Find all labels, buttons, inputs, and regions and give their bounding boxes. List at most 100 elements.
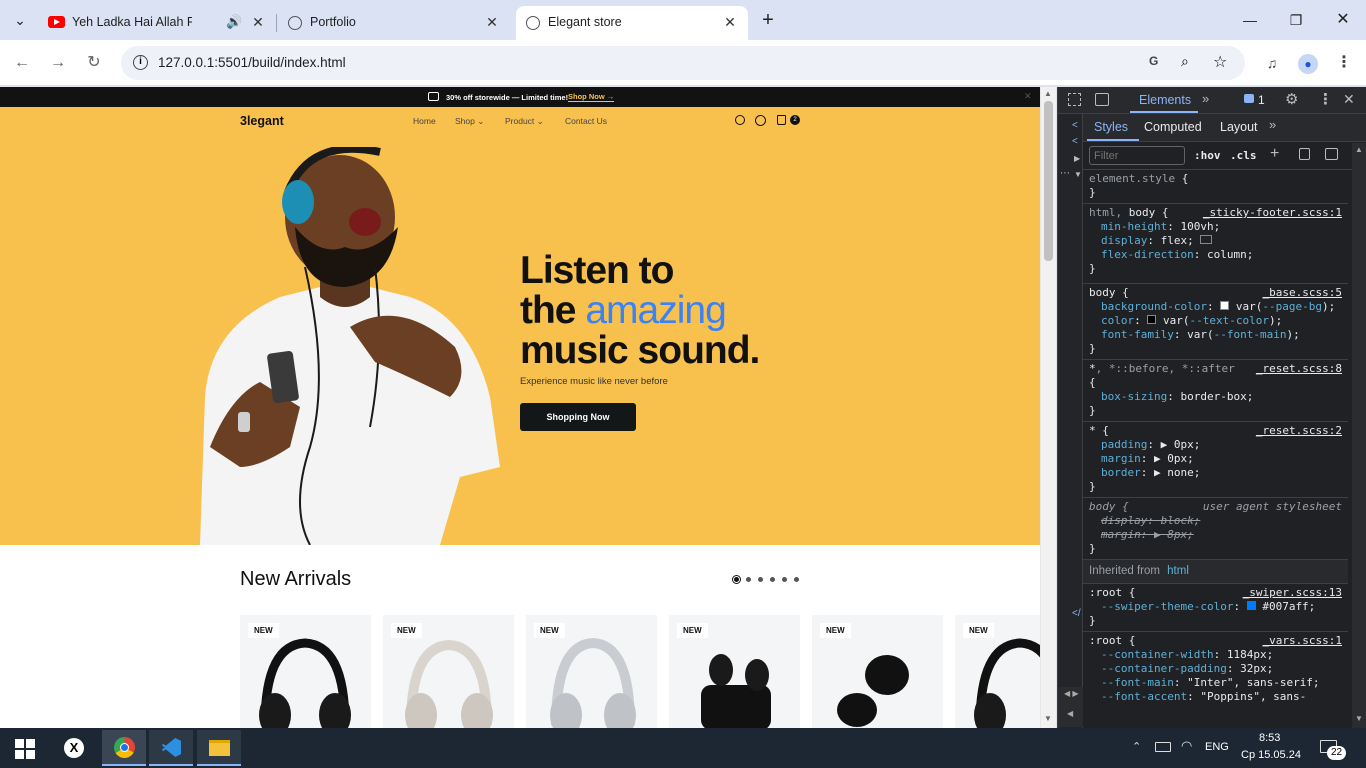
nav-contact[interactable]: Contact Us bbox=[565, 116, 607, 126]
cls-toggle[interactable]: .cls bbox=[1230, 149, 1257, 162]
color-swatch[interactable] bbox=[1147, 315, 1157, 324]
clock-time[interactable]: 8:53 bbox=[1259, 732, 1280, 744]
rule-source-link[interactable]: _reset.scss:2 bbox=[1256, 424, 1342, 438]
css-declaration[interactable]: display: flex; bbox=[1089, 234, 1342, 248]
tab-search-button[interactable]: ⌄ bbox=[8, 8, 32, 32]
scroll-down-icon[interactable]: ▼ bbox=[1355, 714, 1363, 723]
close-tab-icon[interactable]: ✕ bbox=[250, 14, 266, 30]
close-devtools-icon[interactable]: ✕ bbox=[1343, 91, 1355, 108]
tab-youtube[interactable]: Yeh Ladka Hai Allah Full Vid 🔊 ✕ bbox=[40, 6, 276, 40]
product-card[interactable]: NEW bbox=[669, 615, 800, 728]
subtab-computed[interactable]: Computed bbox=[1144, 120, 1202, 134]
reload-button[interactable]: ↻ bbox=[82, 51, 106, 75]
page-scrollbar-thumb[interactable] bbox=[1044, 101, 1053, 261]
device-toolbar-icon[interactable] bbox=[1095, 93, 1109, 106]
more-tabs-icon[interactable]: » bbox=[1202, 91, 1209, 106]
expand-node-icon[interactable]: ▶ bbox=[1074, 154, 1080, 163]
css-declaration[interactable]: display: block; bbox=[1089, 514, 1342, 528]
scroll-up-icon[interactable]: ▲ bbox=[1355, 145, 1363, 154]
taskbar-vscode[interactable] bbox=[149, 730, 193, 766]
battery-icon[interactable] bbox=[1155, 742, 1171, 752]
css-declaration[interactable]: flex-direction: column; bbox=[1089, 248, 1342, 262]
inspect-element-icon[interactable] bbox=[1068, 93, 1081, 106]
tab-portfolio[interactable]: Portfolio ✕ bbox=[278, 6, 510, 40]
close-tab-icon[interactable]: ✕ bbox=[484, 14, 500, 30]
css-declaration[interactable]: color: var(--text-color); bbox=[1089, 314, 1342, 328]
sidebar-toggle-icon[interactable] bbox=[1325, 148, 1338, 160]
promo-link[interactable]: Shop Now → bbox=[568, 92, 615, 102]
profile-avatar[interactable]: ● bbox=[1296, 51, 1320, 75]
styles-filter-input[interactable] bbox=[1089, 146, 1185, 165]
collapse-node-icon[interactable]: ▼ bbox=[1074, 170, 1082, 179]
css-declaration[interactable]: min-height: 100vh; bbox=[1089, 220, 1342, 234]
hov-toggle[interactable]: :hov bbox=[1194, 149, 1221, 162]
tab-elements[interactable]: Elements bbox=[1139, 93, 1191, 107]
forward-button[interactable]: → bbox=[46, 51, 70, 75]
issues-count[interactable]: 1 bbox=[1258, 93, 1265, 107]
issues-icon[interactable] bbox=[1244, 94, 1254, 103]
product-card[interactable]: NEW bbox=[240, 615, 371, 728]
product-card[interactable]: NEW bbox=[526, 615, 657, 728]
clock-date[interactable]: Ср 15.05.24 bbox=[1241, 749, 1301, 761]
devtools-menu-icon[interactable]: ⋮ bbox=[1318, 90, 1333, 108]
close-window-button[interactable]: ✕ bbox=[1331, 8, 1355, 32]
tab-elegant-store[interactable]: Elegant store ✕ bbox=[516, 6, 748, 40]
css-declaration[interactable]: margin: ▶ 0px; bbox=[1089, 452, 1342, 466]
new-rule-icon[interactable]: + bbox=[1270, 145, 1279, 163]
address-bar[interactable]: i 127.0.0.1:5501/build/index.html G ⌕ ☆ bbox=[121, 46, 1245, 80]
css-declaration[interactable]: --font-main: "Inter", sans-serif; bbox=[1089, 676, 1342, 690]
subtab-layout[interactable]: Layout bbox=[1220, 120, 1258, 134]
site-info-icon[interactable]: i bbox=[133, 55, 148, 70]
language-indicator[interactable]: ENG bbox=[1205, 741, 1229, 753]
color-swatch[interactable] bbox=[1220, 301, 1230, 310]
ellipsis-icon[interactable]: ⋯ bbox=[1060, 168, 1070, 179]
shopping-now-button[interactable]: Shopping Now bbox=[520, 403, 636, 431]
settings-gear-icon[interactable]: ⚙ bbox=[1285, 90, 1298, 108]
css-declaration[interactable]: --container-width: 1184px; bbox=[1089, 648, 1342, 662]
wifi-icon[interactable]: ◠ bbox=[1181, 738, 1192, 754]
nav-product[interactable]: Product ⌄ bbox=[505, 116, 544, 127]
rule-source-link[interactable]: _vars.scss:1 bbox=[1263, 634, 1342, 648]
styles-scrollbar[interactable]: ▲ ▼ bbox=[1352, 143, 1366, 728]
media-control-icon[interactable]: ♫ bbox=[1260, 51, 1284, 75]
search-icon[interactable] bbox=[735, 115, 745, 125]
carousel-dot[interactable] bbox=[746, 577, 751, 582]
bookmark-star-icon[interactable]: ☆ bbox=[1213, 52, 1227, 72]
tree-hscroll[interactable]: ◀ ▶ ◀ bbox=[1058, 687, 1083, 727]
chevron-up-icon[interactable]: ⌃ bbox=[1132, 740, 1141, 753]
css-declaration[interactable]: --swiper-theme-color: #007aff; bbox=[1089, 600, 1342, 614]
scroll-left-icon[interactable]: ◀ ▶ bbox=[1064, 689, 1079, 698]
page-scrollbar[interactable]: ▲ ▼ bbox=[1040, 87, 1056, 728]
css-declaration[interactable]: --container-padding: 32px; bbox=[1089, 662, 1342, 676]
cart-icon[interactable] bbox=[777, 115, 786, 125]
subtab-styles[interactable]: Styles bbox=[1094, 120, 1128, 134]
product-card[interactable]: NEW bbox=[383, 615, 514, 728]
taskbar-chrome[interactable] bbox=[102, 730, 146, 766]
taskbar-file-explorer[interactable] bbox=[197, 730, 241, 766]
carousel-dot[interactable] bbox=[794, 577, 799, 582]
close-tab-icon[interactable]: ✕ bbox=[722, 14, 738, 30]
restore-button[interactable]: ❐ bbox=[1284, 8, 1308, 32]
color-swatch[interactable] bbox=[1246, 601, 1256, 610]
site-logo[interactable]: 3legant bbox=[240, 114, 284, 128]
rule-source-link[interactable]: _sticky-footer.scss:1 bbox=[1203, 206, 1342, 220]
rule-source-link[interactable]: _base.scss:5 bbox=[1263, 286, 1342, 300]
css-declaration[interactable]: padding: ▶ 0px; bbox=[1089, 438, 1342, 452]
taskbar-x-app[interactable]: X bbox=[52, 730, 96, 766]
css-declaration[interactable]: margin: ▶ 8px; bbox=[1089, 528, 1342, 542]
carousel-dot[interactable] bbox=[758, 577, 763, 582]
product-card[interactable]: NEW bbox=[812, 615, 943, 728]
minimize-button[interactable]: — bbox=[1238, 8, 1262, 32]
rule-source-link[interactable]: _reset.scss:8 bbox=[1256, 362, 1342, 376]
product-card[interactable]: NEW bbox=[955, 615, 1040, 728]
carousel-dot[interactable] bbox=[782, 577, 787, 582]
speaker-icon[interactable]: 🔊 bbox=[226, 14, 242, 30]
css-declaration[interactable]: --font-accent: "Poppins", sans- bbox=[1089, 690, 1342, 704]
close-promo-icon[interactable]: ✕ bbox=[1024, 91, 1032, 102]
start-button[interactable] bbox=[2, 730, 46, 766]
nav-home[interactable]: Home bbox=[413, 116, 436, 126]
menu-kebab-icon[interactable]: ⋮ bbox=[1332, 51, 1356, 75]
paint-brush-icon[interactable] bbox=[1299, 148, 1310, 160]
css-declaration[interactable]: box-sizing: border-box; bbox=[1089, 390, 1342, 404]
nav-shop[interactable]: Shop ⌄ bbox=[455, 116, 484, 127]
